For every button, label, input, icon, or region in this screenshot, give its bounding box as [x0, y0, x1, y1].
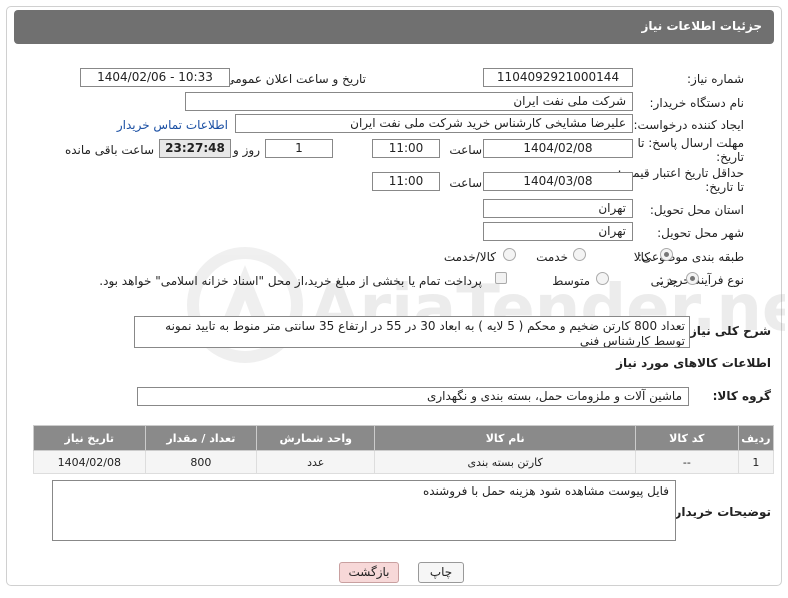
price-validity-label-date: تا تاریخ: [705, 180, 744, 194]
back-button[interactable]: بازگشت [339, 562, 399, 583]
col-item-code: کد کالا [634, 425, 739, 451]
category-option-service: خدمت [536, 250, 568, 264]
need-number-field: 1104092921000144 [483, 68, 633, 87]
category-radio-goods[interactable] [660, 248, 673, 261]
treasury-payment-checkbox[interactable] [495, 272, 507, 284]
goods-info-title: اطلاعات کالاهای مورد نیاز [616, 356, 771, 370]
cell-quantity: 800 [144, 450, 258, 474]
deadline-time-label: ساعت [449, 143, 482, 157]
print-button[interactable]: چاپ [418, 562, 464, 583]
category-option-goods-service: کالا/خدمت [443, 250, 496, 264]
col-item-name: نام کالا [374, 425, 636, 451]
cell-unit: عدد [256, 450, 376, 474]
announce-label: تاریخ و ساعت اعلان عمومی: [221, 72, 366, 86]
col-quantity: تعداد / مقدار [144, 425, 258, 451]
price-validity-label: حداقل تاریخ اعتبار قیمت: [617, 166, 744, 180]
category-radio-goods-service[interactable] [503, 248, 516, 261]
table-row: 1 -- کارتن بسته بندی عدد 800 1404/02/08 [33, 450, 775, 474]
remaining-time-field: 23:27:48 [159, 139, 231, 158]
deadline-label-date: تاریخ: [716, 150, 744, 164]
buyer-contact-link[interactable]: اطلاعات تماس خریدار [117, 118, 228, 132]
col-unit: واحد شمارش [256, 425, 376, 451]
city-label: شهر محل تحویل: [657, 226, 744, 240]
deadline-time-field: 11:00 [372, 139, 440, 158]
province-field: تهران [483, 199, 633, 218]
announce-field: 1404/02/06 - 10:33 [80, 68, 230, 87]
buyer-notes-label: توضیحات خریدار: [669, 505, 771, 519]
col-row-number: ردیف [737, 425, 775, 451]
table-header-row: ردیف کد کالا نام کالا واحد شمارش تعداد /… [33, 425, 775, 451]
category-option-goods: کالا [633, 250, 650, 264]
price-validity-date-field: 1404/03/08 [483, 172, 633, 191]
cell-item-name: کارتن بسته بندی [374, 450, 636, 474]
process-radio-minor[interactable] [686, 272, 699, 285]
buyer-org-label: نام دستگاه خریدار: [649, 96, 745, 110]
goods-group-field: ماشین آلات و ملزومات حمل، بسته بندی و نگ… [137, 387, 689, 406]
category-radio-service[interactable] [573, 248, 586, 261]
city-field: تهران [483, 222, 633, 241]
process-option-medium: متوسط [552, 274, 590, 288]
price-validity-time-label: ساعت [449, 176, 482, 190]
requester-label: ایجاد کننده درخواست: [633, 118, 744, 132]
deadline-date-field: 1404/02/08 [483, 139, 633, 158]
province-label: استان محل تحویل: [649, 203, 744, 217]
category-label: طبقه بندی موضوعی: [637, 250, 744, 264]
goods-group-label: گروه کالا: [712, 389, 771, 403]
process-option-minor: جزیی [650, 274, 678, 288]
items-table: ردیف کد کالا نام کالا واحد شمارش تعداد /… [33, 425, 775, 474]
remaining-time-label: ساعت باقی مانده [64, 143, 154, 157]
need-number-label: شماره نیاز: [687, 72, 744, 86]
deadline-label: مهلت ارسال پاسخ: تا [637, 136, 744, 150]
cell-need-date: 1404/02/08 [33, 450, 146, 474]
col-need-date: تاریخ نیاز [33, 425, 146, 451]
description-label: شرح کلی نیاز: [685, 324, 771, 338]
cell-item-code: -- [634, 450, 739, 474]
days-label: روز و [233, 143, 260, 157]
treasury-payment-note: پرداخت تمام یا بخشی از مبلغ خرید،از محل … [99, 274, 482, 288]
cell-row-number: 1 [737, 450, 775, 474]
process-radio-medium[interactable] [596, 272, 609, 285]
page-title: جزئیات اطلاعات نیاز [14, 10, 774, 44]
days-field: 1 [265, 139, 333, 158]
buyer-notes-textarea[interactable]: فایل پیوست مشاهده شود هزینه حمل با فروشن… [52, 480, 676, 541]
requester-field: علیرضا مشایخی کارشناس خرید شرکت ملی نفت … [235, 114, 633, 133]
buyer-org-field: شرکت ملی نفت ایران [185, 92, 633, 111]
price-validity-time-field: 11:00 [372, 172, 440, 191]
description-textarea[interactable]: تعداد 800 کارتن ضخیم و محکم ( 5 لایه ) ب… [134, 316, 690, 348]
